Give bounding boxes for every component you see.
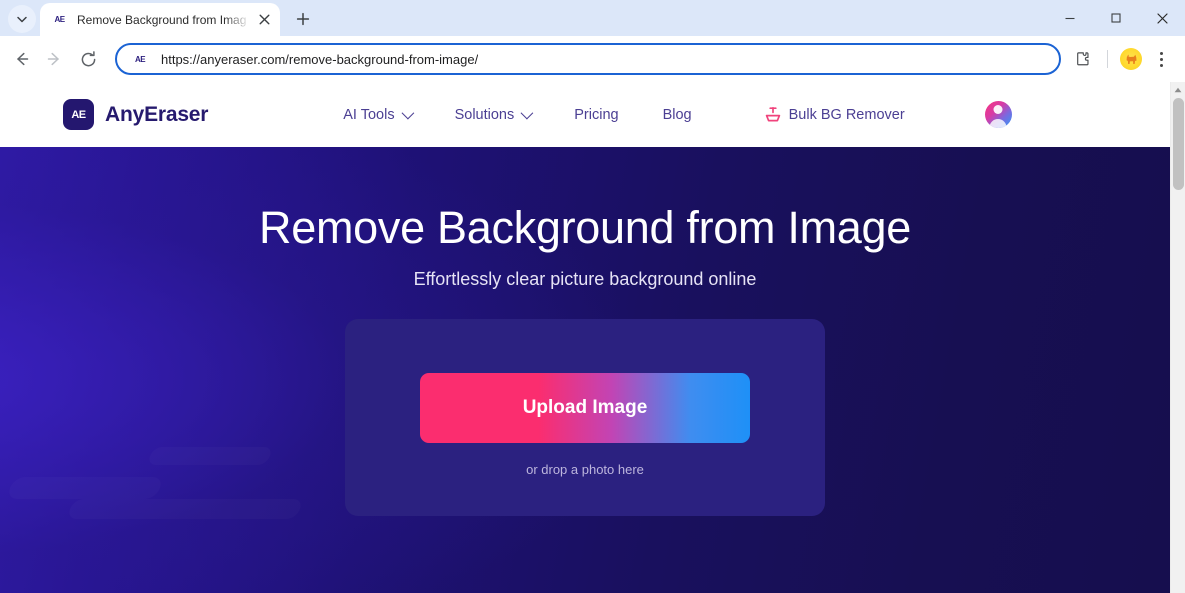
avatar-head [993, 105, 1003, 114]
chevron-down-icon [17, 16, 27, 23]
back-button[interactable] [6, 43, 38, 75]
web-page: AE AnyEraser AI Tools Solutions Pricing [0, 82, 1170, 593]
scroll-up-arrow-icon [1174, 87, 1182, 92]
three-dot-menu-icon [1159, 51, 1163, 67]
extensions-puzzle-icon [1077, 52, 1089, 66]
address-bar[interactable]: AE https://anyeraser.com/remove-backgrou… [115, 43, 1061, 75]
reload-button[interactable] [72, 43, 104, 75]
hero-section: Remove Background from Image Effortlessl… [0, 147, 1170, 593]
new-tab-button[interactable] [289, 5, 317, 33]
window-maximize-button[interactable] [1093, 0, 1139, 36]
nav-item-label: Blog [662, 106, 692, 123]
reload-icon [81, 50, 95, 66]
browser-viewport: AE AnyEraser AI Tools Solutions Pricing [0, 82, 1185, 593]
window-close-button[interactable] [1139, 0, 1185, 36]
nav-item-pricing[interactable]: Pricing [552, 107, 640, 123]
back-arrow-icon [17, 52, 29, 66]
plus-icon [296, 12, 310, 26]
window-minimize-button[interactable] [1047, 0, 1093, 36]
decorative-shape [66, 499, 303, 519]
extensions-button[interactable] [1069, 44, 1099, 74]
brand-logo-text: AE [71, 108, 86, 121]
tab-close-button[interactable] [254, 10, 274, 30]
dog-glyph-icon [1126, 53, 1137, 64]
toolbar-divider [1107, 50, 1108, 68]
anyeraser-logo-icon: AE [63, 99, 94, 130]
nav-item-label: Solutions [454, 106, 515, 123]
brand-name: AnyEraser [105, 102, 209, 126]
tab-title: Remove Background from Imag [77, 12, 247, 27]
site-icon-text: AE [134, 54, 146, 64]
minimize-icon [1065, 17, 1075, 20]
browser-menu-button[interactable] [1146, 44, 1176, 74]
nav-item-ai-tools[interactable]: AI Tools [321, 107, 432, 123]
page-title: Remove Background from Image [259, 202, 911, 253]
site-navigation: AI Tools Solutions Pricing Blog Bulk BG … [321, 106, 926, 124]
nav-item-blog[interactable]: Blog [641, 107, 714, 123]
chevron-down-icon [520, 106, 534, 120]
nav-cta-label: Bulk BG Remover [788, 106, 905, 123]
bulk-upload-icon [765, 106, 780, 121]
dog-extension-icon [1120, 48, 1142, 70]
site-header: AE AnyEraser AI Tools Solutions Pricing [0, 82, 1170, 147]
nav-item-label: Pricing [574, 106, 619, 123]
chevron-down-icon [401, 106, 414, 120]
page-scrollbar[interactable] [1170, 82, 1185, 593]
nav-item-label: AI Tools [343, 106, 395, 123]
forward-button[interactable] [38, 43, 70, 75]
address-bar-url: https://anyeraser.com/remove-background-… [161, 51, 479, 67]
decorative-shape [6, 477, 164, 499]
close-icon [259, 14, 269, 25]
nav-item-bulk-bg-remover[interactable]: Bulk BG Remover [714, 106, 927, 124]
forward-arrow-icon [47, 52, 59, 66]
avatar-body [989, 119, 1007, 128]
window-controls [1047, 0, 1185, 36]
close-icon [1156, 12, 1168, 24]
page-subtitle: Effortlessly clear picture background on… [413, 269, 757, 290]
tab-favicon: AE [51, 11, 68, 28]
brand-logo-link[interactable]: AE AnyEraser [63, 99, 208, 130]
browser-titlebar: AE Remove Background from Imag [0, 0, 1185, 36]
site-favicon-icon: AE [131, 50, 149, 68]
upload-dropzone[interactable]: Upload Image or drop a photo here [345, 319, 825, 517]
pinned-extension-button[interactable] [1116, 44, 1146, 74]
drop-hint-text: or drop a photo here [526, 462, 644, 478]
user-avatar[interactable] [984, 101, 1012, 128]
tab-search-button[interactable] [8, 5, 36, 33]
scrollbar-thumb[interactable] [1173, 98, 1184, 190]
scrollbar-up-button[interactable] [1171, 82, 1185, 97]
upload-image-button[interactable]: Upload Image [420, 373, 750, 444]
browser-tab-active[interactable]: AE Remove Background from Imag [40, 3, 280, 36]
decorative-shape [147, 447, 274, 465]
favicon-text: AE [54, 15, 65, 24]
nav-item-solutions[interactable]: Solutions [433, 107, 553, 123]
browser-toolbar: AE https://anyeraser.com/remove-backgrou… [0, 36, 1185, 82]
maximize-icon [1111, 13, 1121, 23]
